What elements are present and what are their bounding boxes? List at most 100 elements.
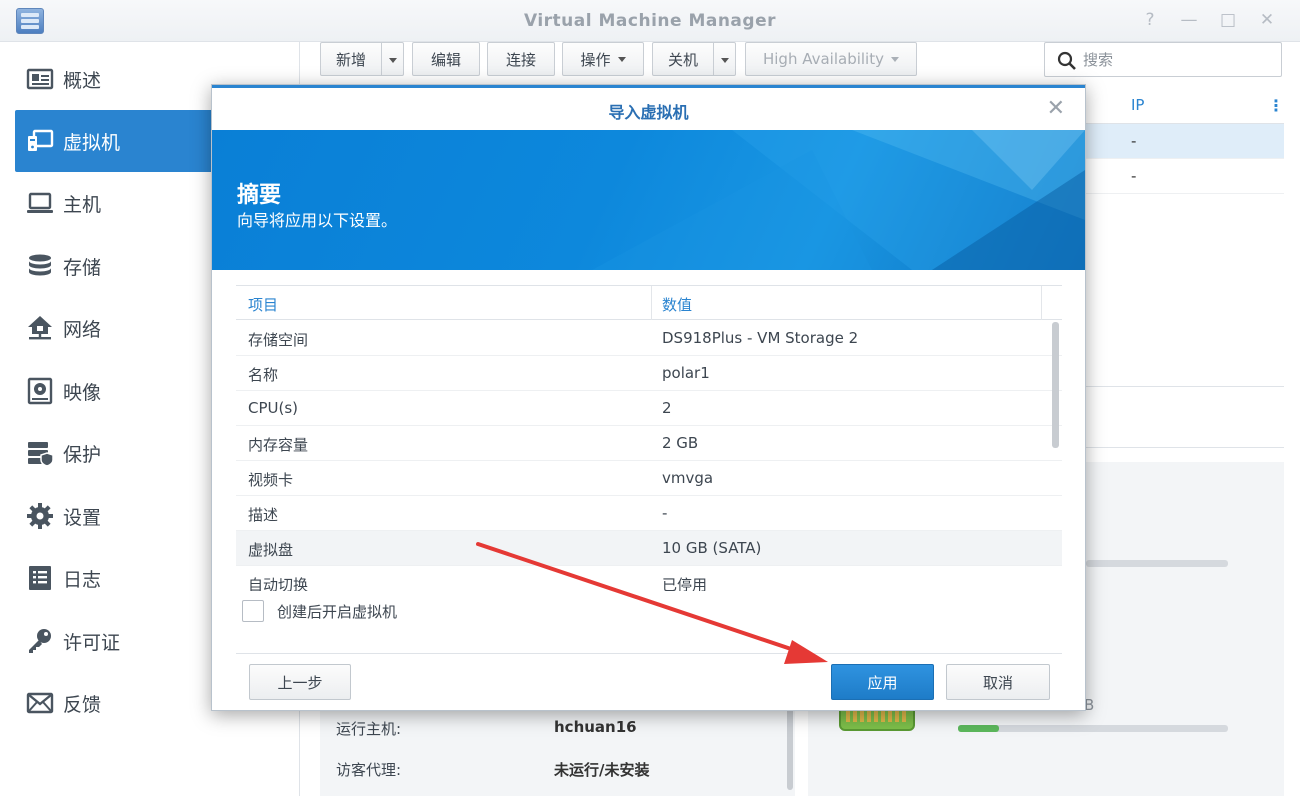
sidebar-item-label: 概述 [63, 69, 102, 92]
settings-icon [25, 501, 55, 531]
action-dropdown-button[interactable]: 操作 [562, 42, 644, 76]
divider [236, 653, 1062, 654]
high-availability-button[interactable]: High Availability [745, 42, 917, 76]
checkbox-label: 创建后开启虚拟机 [277, 602, 398, 621]
search-input[interactable] [1083, 49, 1273, 71]
column-options-icon[interactable]: ⋮ [1268, 96, 1284, 115]
dialog-title: 导入虚拟机 [608, 103, 689, 122]
column-divider [651, 286, 652, 320]
grid-column-ip[interactable]: IP [1131, 96, 1144, 114]
shutdown-button-label: 关机 [667, 50, 698, 69]
close-icon[interactable]: ✕ [1047, 96, 1065, 121]
connect-button-label: 连接 [505, 50, 536, 69]
license-icon [25, 626, 55, 656]
table-row: CPU(s) 2 [236, 391, 1062, 426]
maximize-icon[interactable]: □ [1217, 9, 1239, 31]
edit-button[interactable]: 编辑 [412, 42, 480, 76]
search-input-wrapper[interactable] [1044, 42, 1282, 77]
sidebar-item-label: 存储 [63, 256, 102, 279]
add-button-label: 新增 [335, 50, 366, 69]
high-availability-label: High Availability [762, 50, 884, 68]
table-row: 描述 - [236, 496, 1062, 531]
row-item: 存储空间 [248, 331, 309, 349]
usage-bar [1086, 560, 1228, 567]
overview-icon [25, 64, 55, 94]
column-value[interactable]: 数值 [662, 294, 692, 315]
row-value: vmvga [662, 469, 714, 487]
protection-icon [25, 438, 55, 468]
row-item: 视频卡 [248, 471, 294, 489]
cancel-button[interactable]: 取消 [946, 664, 1050, 700]
log-icon [25, 563, 55, 593]
sidebar-item-label: 日志 [63, 568, 102, 591]
edit-button-label: 编辑 [430, 50, 461, 69]
agent-value: 未运行/未安装 [554, 761, 650, 779]
chevron-down-icon [891, 56, 899, 62]
scrollbar[interactable] [1052, 322, 1059, 448]
table-header: 项目 数值 [236, 286, 1062, 320]
search-icon [1057, 51, 1076, 70]
dialog-subheading: 向导将应用以下设置。 [237, 211, 398, 230]
agent-label: 访客代理: [336, 761, 402, 779]
scrollbar[interactable] [787, 700, 793, 790]
banner-decoration [592, 130, 1085, 270]
dialog-heading: 摘要 [237, 183, 282, 208]
row-value: 2 [662, 399, 672, 417]
sidebar-item-label: 反馈 [63, 693, 102, 716]
column-item[interactable]: 项目 [248, 294, 278, 315]
row-value: 10 GB (SATA) [662, 539, 762, 557]
summary-table: 项目 数值 存储空间 DS918Plus - VM Storage 2 名称 p… [236, 285, 1062, 591]
window-title: Virtual Machine Manager [523, 11, 776, 31]
action-button-label: 操作 [580, 50, 611, 69]
host-label: 运行主机: [336, 720, 402, 738]
chevron-down-icon [617, 56, 626, 62]
chevron-down-icon[interactable] [721, 58, 729, 63]
row-item: 内存容量 [248, 436, 309, 454]
usage-bar [958, 725, 1228, 732]
host-icon [25, 188, 55, 218]
table-row: 名称 polar1 [236, 356, 1062, 391]
dialog-header: 导入虚拟机 ✕ [212, 85, 1085, 130]
close-window-icon[interactable]: ✕ [1256, 9, 1278, 31]
table-row: 虚拟盘 10 GB (SATA) [236, 531, 1062, 566]
table-row: 视频卡 vmvga [236, 461, 1062, 496]
sidebar-item-label: 设置 [63, 506, 102, 529]
sidebar-item-label: 网络 [63, 318, 102, 341]
grid-cell-ip: - [1131, 167, 1137, 185]
network-icon [25, 313, 55, 343]
row-item: 描述 [248, 506, 279, 524]
row-item: 虚拟盘 [248, 541, 294, 559]
table-row: 内存容量 2 GB [236, 426, 1062, 461]
table-row: 自动切换 已停用 [236, 566, 1062, 591]
virtual-machine-icon [25, 126, 55, 156]
table-row: 存储空间 DS918Plus - VM Storage 2 [236, 321, 1062, 356]
power-on-after-create-option[interactable]: 创建后开启虚拟机 [242, 599, 397, 623]
column-divider [1041, 286, 1042, 320]
back-button[interactable]: 上一步 [249, 664, 351, 700]
help-icon[interactable]: ? [1139, 9, 1161, 31]
minimize-icon[interactable]: — [1178, 9, 1200, 31]
connect-button[interactable]: 连接 [487, 42, 555, 76]
apply-button[interactable]: 应用 [831, 664, 934, 700]
feedback-icon [25, 688, 55, 718]
row-value: - [662, 504, 668, 522]
row-value: 2 GB [662, 434, 699, 452]
sidebar-item-label: 虚拟机 [63, 131, 121, 154]
storage-icon [25, 251, 55, 281]
power-on-checkbox[interactable] [242, 600, 264, 622]
shutdown-button[interactable]: 关机 [652, 42, 736, 76]
import-vm-dialog: 导入虚拟机 ✕ 摘要 向导将应用以下设置。 项目 数值 存储空间 DS918Pl… [211, 84, 1086, 711]
add-button[interactable]: 新增 [320, 42, 404, 76]
sidebar-item-label: 映像 [63, 381, 102, 404]
sidebar-item-label: 保护 [63, 443, 102, 466]
dialog-banner: 摘要 向导将应用以下设置。 [212, 130, 1085, 270]
chevron-down-icon[interactable] [389, 58, 397, 63]
sidebar-item-label: 许可证 [63, 631, 121, 654]
grid-cell-ip: - [1131, 132, 1137, 150]
image-icon [25, 376, 55, 406]
row-item: CPU(s) [248, 399, 299, 417]
row-item: 自动切换 [248, 576, 309, 591]
row-item: 名称 [248, 366, 279, 384]
title-bar: Virtual Machine Manager ? — □ ✕ [0, 0, 1300, 42]
sidebar-item-label: 主机 [63, 193, 102, 216]
